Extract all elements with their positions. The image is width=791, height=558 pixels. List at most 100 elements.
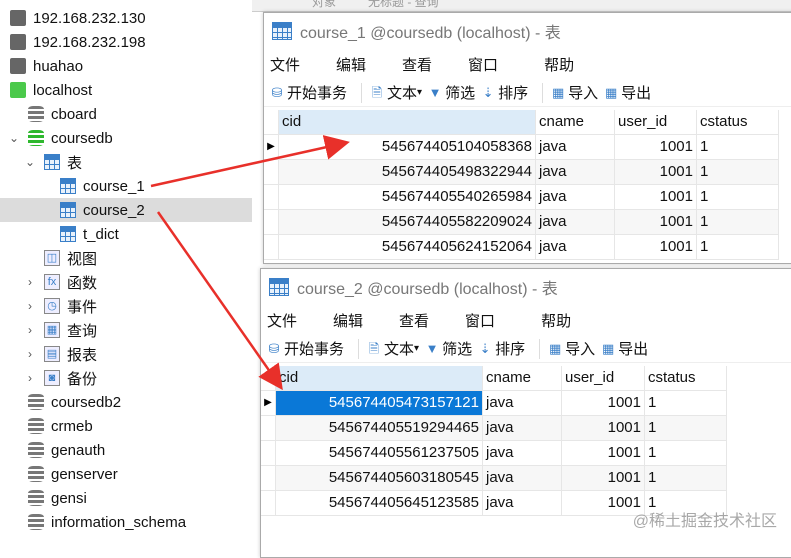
cell-cname[interactable]: java <box>483 416 562 441</box>
cell-cid[interactable]: 545674405540265984 <box>279 185 536 210</box>
table-row[interactable]: 545674405624152064 java 1001 1 <box>264 235 779 260</box>
chevron-icon[interactable]: › <box>24 371 36 385</box>
table-row[interactable]: 545674405582209024 java 1001 1 <box>264 210 779 235</box>
cell-cstatus[interactable]: 1 <box>697 185 779 210</box>
menu-item-4[interactable]: 帮助 <box>538 54 574 75</box>
cell-cstatus[interactable]: 1 <box>697 210 779 235</box>
cell-cid[interactable]: 545674405603180545 <box>276 466 483 491</box>
tree-item-192168232130[interactable]: 192.168.232.130 <box>0 6 252 30</box>
column-header-cstatus[interactable]: cstatus <box>697 110 779 135</box>
tree-item-huahao[interactable]: huahao <box>0 54 252 78</box>
menu-item-0[interactable]: 文件 <box>261 310 297 331</box>
row-indicator[interactable] <box>261 466 276 491</box>
cell-cid[interactable]: 545674405473157121 <box>276 391 483 416</box>
chevron-icon[interactable]: ⌄ <box>8 131 20 145</box>
cell-cid[interactable]: 545674405519294465 <box>276 416 483 441</box>
import-button[interactable]: ▦ 导入 <box>551 82 598 103</box>
dropdown-arrow-icon[interactable]: ▾ <box>417 87 422 98</box>
sort-button[interactable]: ⇣ 排序 <box>481 82 528 103</box>
menu-item-2[interactable]: 查看 <box>393 310 429 331</box>
cell-cid[interactable]: 545674405624152064 <box>279 235 536 260</box>
chevron-icon[interactable]: ⌄ <box>24 155 36 169</box>
cell-cstatus[interactable]: 1 <box>645 441 727 466</box>
menu-item-2[interactable]: 查看 <box>396 54 432 75</box>
tree-item-crmeb[interactable]: crmeb <box>0 414 252 438</box>
cell-cstatus[interactable]: 1 <box>645 466 727 491</box>
cell-user_id[interactable]: 1001 <box>615 210 697 235</box>
window-title-bar[interactable]: course_2 @coursedb (localhost) - 表 <box>261 269 791 305</box>
row-indicator[interactable] <box>261 441 276 466</box>
tab-objects[interactable]: 对象 <box>312 0 336 10</box>
row-indicator[interactable] <box>264 210 279 235</box>
row-indicator[interactable] <box>261 491 276 516</box>
cell-cid[interactable]: 545674405582209024 <box>279 210 536 235</box>
cell-cname[interactable]: java <box>483 491 562 516</box>
tree-item-t_dict[interactable]: t_dict <box>0 222 252 246</box>
menu-item-0[interactable]: 文件 <box>264 54 300 75</box>
cell-cstatus[interactable]: 1 <box>697 135 779 160</box>
tab-untitled-query[interactable]: 无标题 - 查询 <box>368 0 439 10</box>
column-header-cid[interactable]: cid <box>279 110 536 135</box>
begin-transaction-button[interactable]: ⛁ 开始事务 <box>267 338 344 359</box>
tree-item-gensi[interactable]: gensi <box>0 486 252 510</box>
cell-user_id[interactable]: 1001 <box>562 391 645 416</box>
table-row[interactable]: ▶ 545674405104058368 java 1001 1 <box>264 135 779 160</box>
column-header-cid[interactable]: cid <box>276 366 483 391</box>
cell-cid[interactable]: 545674405561237505 <box>276 441 483 466</box>
table-row[interactable]: 545674405498322944 java 1001 1 <box>264 160 779 185</box>
tree-item-[interactable]: ◫ 视图 <box>0 246 252 270</box>
tree-item-genauth[interactable]: genauth <box>0 438 252 462</box>
menu-item-3[interactable]: 窗口 <box>462 54 498 75</box>
column-header-cname[interactable]: cname <box>536 110 615 135</box>
text-button[interactable]: 🗎 文本 ▾ <box>367 338 419 359</box>
filter-button[interactable]: ▼ 筛选 <box>425 338 472 359</box>
column-header-user_id[interactable]: user_id <box>562 366 645 391</box>
table-row[interactable]: 545674405540265984 java 1001 1 <box>264 185 779 210</box>
cell-cname[interactable]: java <box>536 210 615 235</box>
cell-cstatus[interactable]: 1 <box>645 416 727 441</box>
filter-button[interactable]: ▼ 筛选 <box>428 82 475 103</box>
cell-user_id[interactable]: 1001 <box>562 466 645 491</box>
column-header-user_id[interactable]: user_id <box>615 110 697 135</box>
row-indicator[interactable]: ▶ <box>261 391 276 416</box>
row-indicator[interactable] <box>264 160 279 185</box>
tree-item-cboard[interactable]: cboard <box>0 102 252 126</box>
tree-item-coursedb2[interactable]: coursedb2 <box>0 390 252 414</box>
tree-item-information_schema[interactable]: information_schema <box>0 510 252 534</box>
begin-transaction-button[interactable]: ⛁ 开始事务 <box>270 82 347 103</box>
dropdown-arrow-icon[interactable]: ▾ <box>414 343 419 354</box>
cell-cname[interactable]: java <box>483 391 562 416</box>
import-button[interactable]: ▦ 导入 <box>548 338 595 359</box>
menu-item-1[interactable]: 编辑 <box>327 310 363 331</box>
tree-item-localhost[interactable]: ▾ localhost <box>0 78 252 102</box>
cell-cstatus[interactable]: 1 <box>697 160 779 185</box>
export-button[interactable]: ▦ 导出 <box>604 82 651 103</box>
row-indicator[interactable]: ▶ <box>264 135 279 160</box>
cell-user_id[interactable]: 1001 <box>615 135 697 160</box>
cell-user_id[interactable]: 1001 <box>562 441 645 466</box>
cell-cid[interactable]: 545674405498322944 <box>279 160 536 185</box>
table-row[interactable]: 545674405603180545 java 1001 1 <box>261 466 727 491</box>
row-indicator[interactable] <box>261 416 276 441</box>
tree-item-course_2[interactable]: course_2 <box>0 198 252 222</box>
text-button[interactable]: 🗎 文本 ▾ <box>370 82 422 103</box>
cell-cname[interactable]: java <box>483 441 562 466</box>
row-indicator[interactable] <box>264 185 279 210</box>
tree-item-course_1[interactable]: course_1 <box>0 174 252 198</box>
chevron-icon[interactable]: ▾ <box>0 83 2 97</box>
chevron-icon[interactable]: › <box>24 299 36 313</box>
cell-cid[interactable]: 545674405645123585 <box>276 491 483 516</box>
cell-cname[interactable]: java <box>483 466 562 491</box>
cell-cstatus[interactable]: 1 <box>697 235 779 260</box>
menu-item-4[interactable]: 帮助 <box>535 310 571 331</box>
cell-cstatus[interactable]: 1 <box>645 391 727 416</box>
cell-user_id[interactable]: 1001 <box>615 235 697 260</box>
menu-item-1[interactable]: 编辑 <box>330 54 366 75</box>
chevron-icon[interactable]: › <box>24 323 36 337</box>
export-button[interactable]: ▦ 导出 <box>601 338 648 359</box>
tree-item-[interactable]: › ▤ 报表 <box>0 342 252 366</box>
chevron-icon[interactable]: › <box>24 275 36 289</box>
row-indicator[interactable] <box>264 235 279 260</box>
tree-item-genserver[interactable]: genserver <box>0 462 252 486</box>
column-header-cstatus[interactable]: cstatus <box>645 366 727 391</box>
